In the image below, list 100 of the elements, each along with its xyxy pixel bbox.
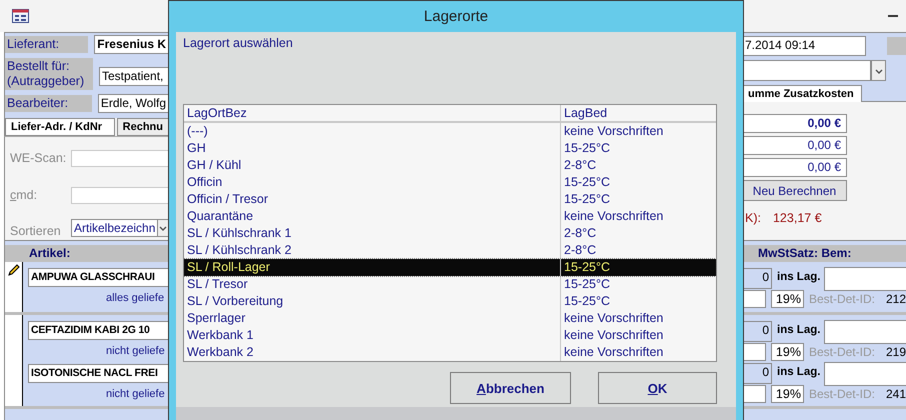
amount-field: 0,00 € [742,114,847,133]
article-name-field[interactable]: AMPUWA GLASSCHRAUI [28,268,168,287]
storage-condition: 15-25°C [563,293,611,310]
delivery-status: alles geliefe [106,292,164,306]
field-label: Sortieren [10,224,62,238]
storage-condition: keine Vorschriften [563,208,664,225]
storage-condition: 2-8°C [563,157,598,174]
dialog-title: Lagerorte [424,7,488,27]
id-value: 241 [886,387,906,401]
remark-field[interactable] [824,320,906,344]
amount-field: 0,00 € [742,136,847,155]
caret-icon [874,66,884,74]
location-name: GH / Kühl [184,157,561,174]
dropdown-button[interactable] [871,60,886,81]
vat-field[interactable]: 19% [770,290,804,308]
input-field[interactable] [71,150,168,167]
list-row[interactable]: Officin 15-25°C [184,174,716,191]
input-field[interactable] [742,343,766,361]
location-name: Officin [184,174,561,191]
tab[interactable]: umme Zusatzkosten [742,85,862,103]
vat-field[interactable]: 19% [770,343,804,361]
remark-field[interactable] [824,267,906,291]
tab[interactable]: Rechnu [116,118,168,136]
storage-condition: keine Vorschriften [563,310,664,327]
input-field[interactable] [71,186,168,204]
blank-panel [887,37,906,55]
article-name-field[interactable]: CEFTAZIDIM KABI 2G 10 [28,321,168,340]
field-label: cmd: [10,188,38,202]
input-field[interactable] [742,290,766,308]
list-row[interactable]: Werkbank 1 keine Vorschriften [184,327,716,344]
storage-condition: 15-25°C [563,276,611,293]
quantity-field[interactable]: 0 [742,268,772,289]
input-field[interactable] [742,385,766,403]
list-row[interactable]: Officin / Tresor 15-25°C [184,191,716,208]
field-label: WE-Scan: [10,151,68,166]
storage-condition: 2-8°C [563,225,598,242]
pencil-icon [8,264,20,276]
storage-condition: 15-25°C [563,140,611,157]
minimize-icon [888,15,898,17]
location-name: Officin / Tresor [184,191,561,208]
total-value: 123,17 € [772,211,822,225]
id-value: 212 [886,292,906,306]
list-row[interactable]: SL / Roll-Lager 15-25°C [184,259,716,276]
dropdown-field[interactable] [742,60,871,81]
storage-condition: 15-25°C [563,259,611,276]
location-name: SL / Kühlschrank 1 [184,225,561,242]
list-row[interactable]: (---) keine Vorschriften [184,123,716,140]
text-field[interactable]: Fresenius K [94,35,168,54]
sort-dropdown[interactable]: Artikelbezeichn [71,218,158,237]
list-row[interactable]: Sperrlager keine Vorschriften [184,310,716,327]
cancel-button[interactable]: Abbrechen [450,372,571,404]
dropdown-button[interactable] [157,218,170,237]
id-label: Best-Det-ID: [808,292,875,306]
recalculate-button[interactable]: Neu Berechnen [742,180,847,201]
column-header: LagBed [563,105,608,121]
text-field[interactable]: Erdle, Wolfg [98,94,168,113]
column-header: Artikel: [5,245,168,262]
stock-label: ins Lag. [777,271,820,283]
storage-condition: keine Vorschriften [563,327,664,344]
storage-condition: keine Vorschriften [563,344,664,361]
location-name: Werkbank 2 [184,344,561,361]
storage-location-list[interactable] [183,104,717,362]
field-label: Bestellt für: (Autraggeber) [5,58,93,90]
column-header: MwStSatz: Bem: [742,245,906,262]
column-header: LagOrtBez [184,105,561,121]
list-row[interactable]: GH 15-25°C [184,140,716,157]
list-row[interactable]: Werkbank 2 keine Vorschriften [184,344,716,361]
list-row[interactable]: SL / Kühlschrank 1 2-8°C [184,225,716,242]
list-row[interactable]: SL / Vorbereitung 15-25°C [184,293,716,310]
location-name: GH [184,140,561,157]
storage-condition: 15-25°C [563,191,611,208]
tab[interactable]: Liefer-Adr. / KdNr [5,118,115,136]
stock-label: ins Lag. [777,324,820,336]
location-name: (---) [184,123,561,140]
storage-condition: 15-25°C [563,174,611,191]
list-row[interactable]: SL / Tresor 15-25°C [184,276,716,293]
field-label: Bearbeiter: [5,95,92,112]
id-value: 219 [886,345,906,359]
ok-button[interactable]: OK [598,372,717,404]
list-row[interactable]: GH / Kühl 2-8°C [184,157,716,174]
location-name: Sperrlager [184,310,561,327]
record-selector[interactable] [5,262,23,312]
text-field[interactable]: Testpatient, [99,66,168,86]
id-label: Best-Det-ID: [808,345,875,359]
storage-condition: 2-8°C [563,242,598,259]
stock-label: ins Lag. [777,366,820,378]
location-name: SL / Tresor [184,276,561,293]
quantity-field[interactable]: 0 [742,321,772,342]
delivery-status: nicht geliefe [106,388,165,402]
remark-field[interactable] [824,362,906,386]
location-name: Quarantäne [184,208,561,225]
list-row[interactable]: Quarantäne keine Vorschriften [184,208,716,225]
record-selector[interactable] [5,315,23,406]
field-label: Lieferant: [5,36,88,53]
location-name: Werkbank 1 [184,327,561,344]
quantity-field[interactable]: 0 [742,363,772,384]
prompt-text: Lagerort auswählen [183,36,293,51]
vat-field[interactable]: 19% [770,385,804,403]
article-name-field[interactable]: ISOTONISCHE NACL FREI [28,364,168,383]
date-field[interactable]: 7.2014 09:14 [742,36,866,56]
